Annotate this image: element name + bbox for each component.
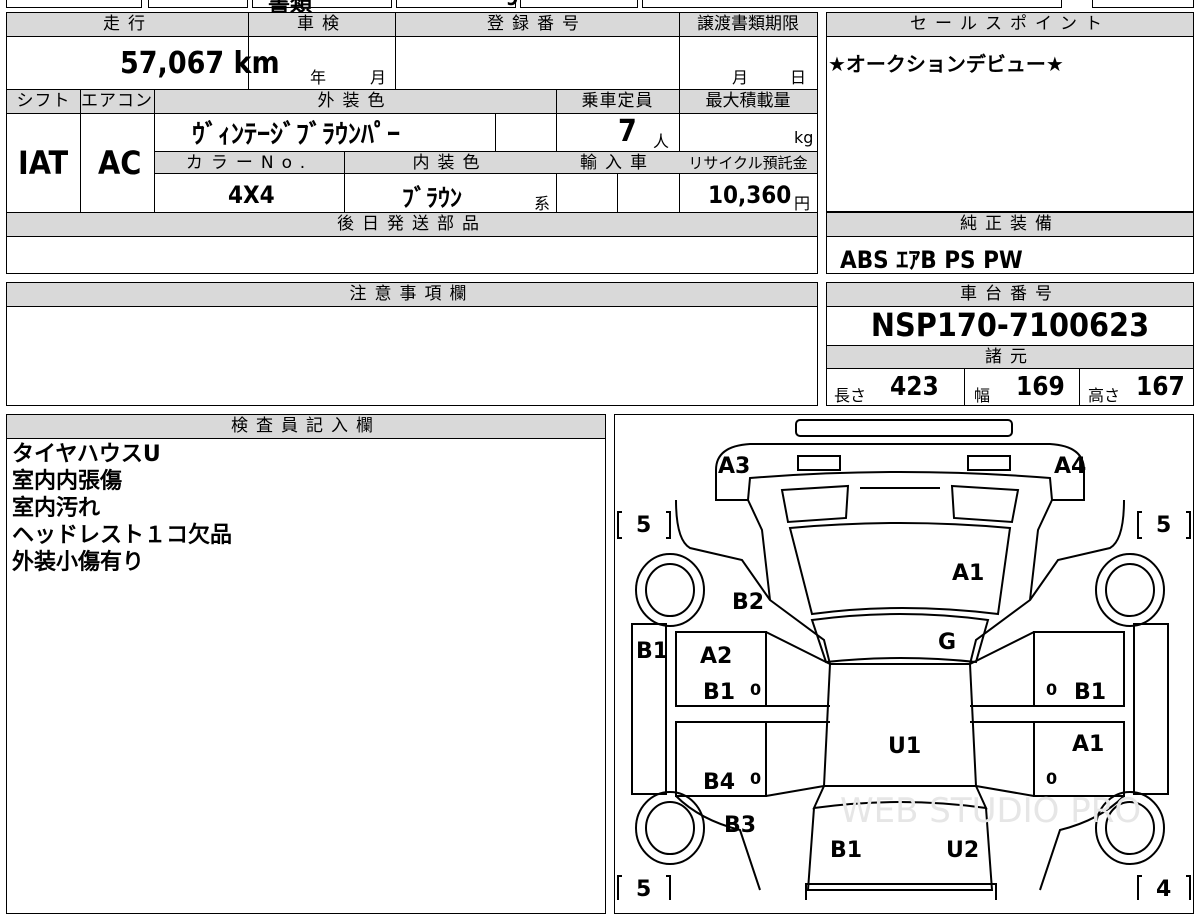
code-left-fender: B2: [732, 590, 764, 615]
code-right-rear-door: A1: [1072, 732, 1104, 757]
seat-mark: 0: [1046, 680, 1057, 699]
code-right-front-door: B1: [1074, 680, 1106, 705]
code-rear-left: B1: [830, 838, 862, 863]
code-left-front-door-2: B1: [703, 680, 735, 705]
code-roof: U1: [888, 734, 921, 759]
watermark: WEB STUDIO PRO: [840, 791, 1141, 831]
code-rear-right: U2: [946, 838, 979, 863]
code-left-pillar: B1: [636, 639, 668, 664]
code-left-rear-quarter: B3: [724, 813, 756, 838]
seat-mark: 0: [1046, 769, 1057, 788]
seat-mark: 0: [750, 680, 761, 699]
code-left-rear-door: B4: [703, 770, 735, 795]
code-front-left: A3: [718, 454, 750, 479]
tire-mark-front-right: 5: [1156, 513, 1171, 538]
code-front-right: A4: [1054, 454, 1086, 479]
code-windshield: G: [938, 630, 956, 655]
tire-mark-front-left: 5: [636, 513, 651, 538]
car-diagram: WEB STUDIO PRO A3 A4 A1 B2 G B1 A2 B1 B1…: [617, 419, 1191, 900]
code-hood: A1: [952, 561, 984, 586]
tire-mark-rear-right: 4: [1156, 877, 1171, 900]
tire-mark-rear-left: 5: [636, 877, 651, 900]
code-left-front-door-1: A2: [700, 644, 732, 669]
seat-mark: 0: [750, 769, 761, 788]
